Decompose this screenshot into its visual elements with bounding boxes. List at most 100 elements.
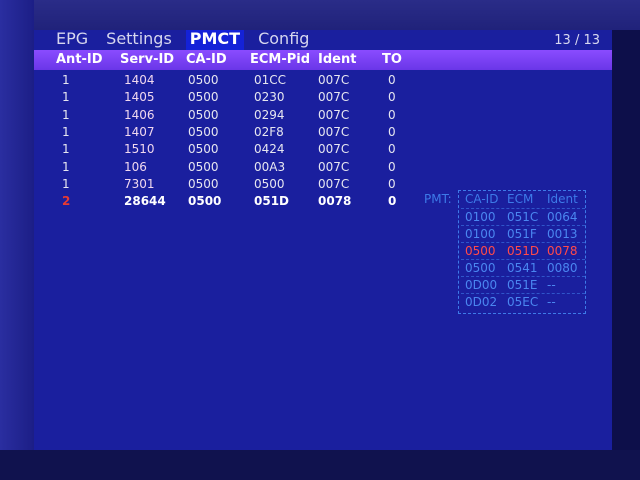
table-row[interactable]: 2 28644 0500 051D 0078 0 (34, 194, 454, 211)
pmt-ca-cell: 0D00 (465, 278, 498, 292)
pmt-ecm-cell: 051C (507, 210, 539, 224)
column-header-ecm-pid: ECM-Pid (250, 52, 311, 67)
pmt-ecm-cell: 051F (507, 227, 537, 241)
serv-id-cell: 106 (124, 159, 147, 174)
ant-id-cell: 1 (62, 90, 70, 105)
ant-id-cell: 1 (62, 107, 70, 122)
pmt-column-ca-id: CA-ID (465, 192, 499, 206)
serv-id-cell: 1404 (124, 73, 155, 87)
pmt-ident-cell: 0078 (547, 244, 578, 258)
to-cell: 0 (388, 73, 396, 87)
page-indicator: 13 / 13 (554, 33, 600, 48)
ant-id-cell: 1 (62, 73, 70, 87)
pmt-ca-cell: 0D02 (465, 295, 498, 309)
ca-id-cell: 0500 (188, 107, 219, 122)
ecm-pid-cell: 051D (254, 194, 290, 209)
ident-cell: 007C (318, 90, 350, 105)
pmt-ecm-cell: 051E (507, 278, 538, 292)
table-row[interactable]: 1 1510 0500 0424 007C 0 (34, 142, 454, 159)
ant-id-cell: 1 (62, 176, 70, 191)
table-row[interactable]: 1 1407 0500 02F8 007C 0 (34, 125, 454, 142)
ca-id-cell: 0500 (188, 73, 219, 87)
pmt-ident-cell: -- (547, 278, 556, 292)
ident-cell: 0078 (318, 194, 352, 209)
table-row[interactable]: 1 7301 0500 0500 007C 0 (34, 177, 454, 194)
pmt-row-divider (461, 293, 585, 294)
ca-id-cell: 0500 (188, 176, 219, 191)
ecm-pid-cell: 0230 (254, 90, 285, 105)
ident-cell: 007C (318, 73, 350, 87)
pmt-row-divider (461, 242, 585, 243)
to-cell: 0 (388, 107, 396, 122)
pmt-row-divider (461, 276, 585, 277)
pmt-ident-cell: 0080 (547, 261, 578, 275)
ant-id-cell: 2 (62, 194, 71, 209)
tab-bar: EPG Settings PMCT Config (52, 30, 313, 50)
serv-id-cell: 1407 (124, 124, 155, 139)
column-header-ant-id: Ant-ID (56, 52, 103, 67)
serv-id-cell: 1406 (124, 107, 155, 122)
pmt-label: PMT: (424, 192, 452, 206)
ident-cell: 007C (318, 142, 350, 157)
pmt-ca-cell: 0100 (465, 210, 496, 224)
pmt-ca-cell: 0500 (465, 261, 496, 275)
ca-id-cell: 0500 (188, 194, 222, 209)
column-header-ca-id: CA-ID (186, 52, 227, 67)
frame-left (0, 0, 34, 480)
table-row[interactable]: 1 1406 0500 0294 007C 0 (34, 108, 454, 125)
to-cell: 0 (388, 159, 396, 174)
pmt-row-divider (461, 259, 585, 260)
to-cell: 0 (388, 176, 396, 191)
serv-id-cell: 28644 (124, 194, 166, 209)
tab-config[interactable]: Config (254, 30, 313, 50)
to-cell: 0 (388, 194, 397, 209)
serv-id-cell: 1405 (124, 90, 155, 105)
ecm-pid-cell: 0500 (254, 176, 285, 191)
pmt-ca-cell: 0500 (465, 244, 496, 258)
pmt-row-divider (461, 225, 585, 226)
tab-settings[interactable]: Settings (102, 30, 176, 50)
to-cell: 0 (388, 90, 396, 105)
pmt-ecm-cell: 051D (507, 244, 540, 258)
frame-right (612, 30, 640, 480)
frame-top (0, 0, 640, 30)
ident-cell: 007C (318, 176, 350, 191)
ecm-pid-cell: 0294 (254, 107, 285, 122)
column-header-to: TO (382, 52, 402, 67)
to-cell: 0 (388, 124, 396, 139)
ecm-pid-cell: 02F8 (254, 124, 284, 139)
ant-id-cell: 1 (62, 159, 70, 174)
pmt-ecm-cell: 0541 (507, 261, 538, 275)
ca-id-cell: 0500 (188, 90, 219, 105)
ant-id-cell: 1 (62, 142, 70, 157)
table-row[interactable]: 1 1405 0500 0230 007C 0 (34, 90, 454, 107)
to-cell: 0 (388, 142, 396, 157)
pmt-row[interactable]: 0D02 05EC -- (459, 295, 587, 313)
ecm-pid-cell: 01CC (254, 73, 287, 87)
pmt-ca-cell: 0100 (465, 227, 496, 241)
serv-id-cell: 7301 (124, 176, 155, 191)
table-row[interactable]: 1 106 0500 00A3 007C 0 (34, 160, 454, 177)
serv-id-cell: 1510 (124, 142, 155, 157)
ca-id-cell: 0500 (188, 142, 219, 157)
pmt-ident-cell: 0064 (547, 210, 578, 224)
ca-id-cell: 0500 (188, 159, 219, 174)
ecm-pid-cell: 0424 (254, 142, 285, 157)
tab-epg[interactable]: EPG (52, 30, 92, 50)
column-header-ident: Ident (318, 52, 357, 67)
ident-cell: 007C (318, 159, 350, 174)
pmt-column-ident: Ident (547, 192, 578, 206)
pmct-panel: EPG Settings PMCT Config 13 / 13 Ant-ID … (34, 30, 612, 450)
pmt-ident-cell: -- (547, 295, 556, 309)
ident-cell: 007C (318, 124, 350, 139)
table-row[interactable]: 1 1404 0500 01CC 007C 0 (34, 73, 454, 90)
pmt-ecm-cell: 05EC (507, 295, 539, 309)
ant-id-cell: 1 (62, 124, 70, 139)
ident-cell: 007C (318, 107, 350, 122)
tab-pmct[interactable]: PMCT (185, 30, 245, 50)
pmt-ident-cell: 0013 (547, 227, 578, 241)
ca-id-cell: 0500 (188, 124, 219, 139)
pmt-table: CA-ID ECM Ident 0100 051C 0064 0100 051F 0013… (458, 190, 586, 314)
pmt-row-divider (461, 208, 585, 209)
ecm-pid-cell: 00A3 (254, 159, 286, 174)
